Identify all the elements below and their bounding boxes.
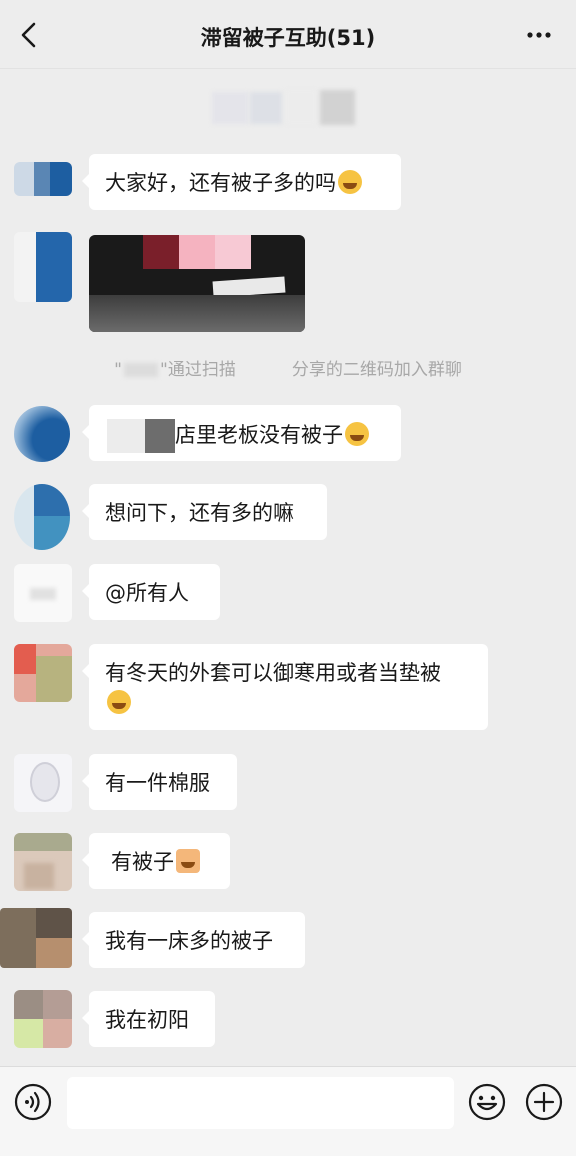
message-text: 有冬天的外套可以御寒用或者当垫被 — [105, 661, 441, 685]
system-notice: " "通过扫描 分享的二维码加入群聊 — [114, 360, 462, 380]
message-text: 店里老板没有被子 — [175, 423, 343, 447]
message-text: 有被子 — [111, 850, 174, 874]
message-text: 我在初阳 — [105, 1008, 189, 1032]
rofl-emoji — [345, 422, 369, 446]
avatar[interactable] — [14, 484, 70, 550]
raising-hand-emoji — [176, 849, 200, 873]
avatar[interactable] — [14, 754, 72, 812]
message-bubble[interactable]: 想问下，还有多的嘛 — [82, 484, 327, 540]
message-bubble[interactable]: 我在初阳 — [82, 991, 215, 1047]
avatar[interactable] — [14, 232, 72, 302]
blurred-content — [320, 90, 355, 125]
message-bubble[interactable]: 有被子 — [82, 833, 230, 889]
more-horizontal-icon[interactable] — [522, 18, 556, 52]
message-text: 有一件棉服 — [105, 771, 210, 795]
message-text: 我有一床多的被子 — [105, 929, 273, 953]
message-bubble[interactable]: 有一件棉服 — [82, 754, 237, 810]
emoji-icon[interactable] — [468, 1083, 506, 1121]
thinking-emoji — [107, 690, 131, 714]
chat-title: 滞留被子互助(51) — [200, 26, 376, 50]
message-text: 想问下，还有多的嘛 — [105, 501, 294, 525]
message-bubble[interactable]: 店里老板没有被子 — [82, 405, 401, 461]
message-bubble[interactable]: 我有一床多的被子 — [82, 912, 305, 968]
blurred-name — [124, 363, 158, 377]
avatar[interactable] — [14, 644, 72, 702]
avatar[interactable] — [14, 564, 72, 622]
blurred-content — [212, 92, 248, 124]
voice-icon[interactable] — [14, 1083, 52, 1121]
message-text: 大家好，还有被子多的吗 — [105, 171, 336, 195]
message-input[interactable] — [67, 1077, 454, 1129]
image-message[interactable] — [89, 235, 305, 332]
avatar[interactable] — [14, 990, 72, 1048]
avatar[interactable] — [14, 406, 70, 462]
message-bubble[interactable]: 有冬天的外套可以御寒用或者当垫被 — [82, 644, 488, 730]
avatar[interactable] — [14, 833, 72, 891]
avatar[interactable] — [14, 162, 72, 196]
plus-icon[interactable] — [525, 1083, 563, 1121]
blurred-content — [107, 419, 145, 453]
rofl-emoji — [338, 170, 362, 194]
blurred-content — [145, 419, 175, 453]
message-text: @所有人 — [105, 581, 189, 605]
chat-header: 滞留被子互助(51) — [0, 0, 576, 69]
message-bubble[interactable]: @所有人 — [82, 564, 220, 620]
avatar[interactable] — [0, 908, 72, 968]
input-bar — [0, 1066, 576, 1156]
blurred-content — [250, 92, 282, 124]
blurred-content — [286, 90, 316, 124]
message-bubble[interactable]: 大家好，还有被子多的吗 — [82, 154, 401, 210]
